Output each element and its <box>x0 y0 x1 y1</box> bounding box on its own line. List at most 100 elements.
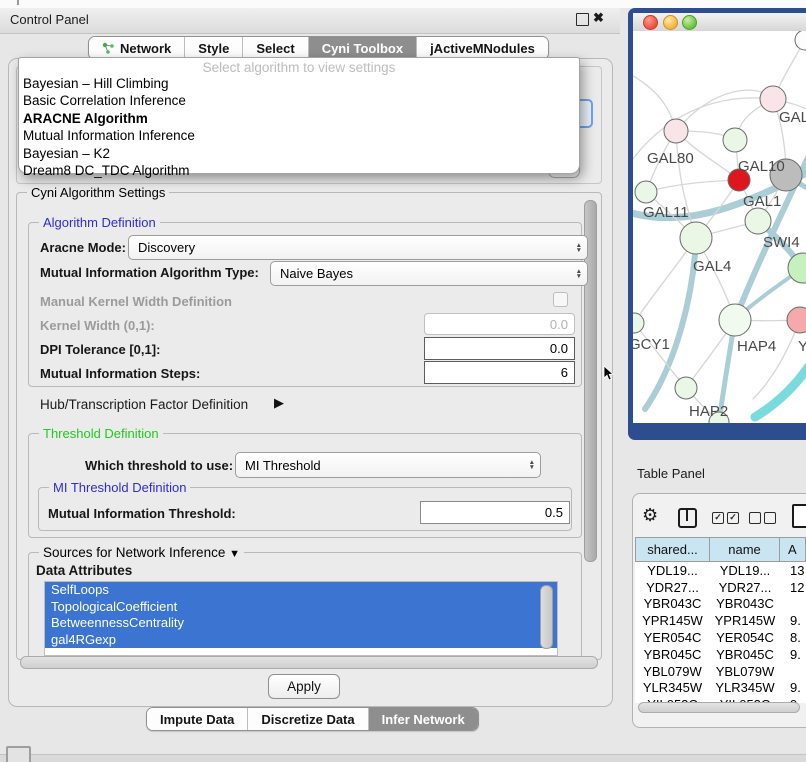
mi-threshold-field[interactable]: 0.5 <box>420 501 570 524</box>
table-cell: 9. <box>780 612 806 629</box>
network-node-Y[interactable] <box>787 307 806 333</box>
data-attribute-item[interactable]: TopologicalCoefficient <box>45 599 557 616</box>
node-label-GAL80: GAL80 <box>647 150 694 167</box>
hub-definition-label: Hub/Transcription Factor Definition <box>40 397 248 412</box>
dpi-tolerance-value: 0.0 <box>550 341 568 356</box>
mi-type-select[interactable]: Naive Bayes ▲▼ <box>270 261 588 286</box>
table-row[interactable]: YBR043CYBR043C <box>635 596 806 613</box>
network-node-SWI4[interactable] <box>745 208 771 234</box>
network-node-GAL10[interactable] <box>723 128 747 152</box>
tab-cyni-toolbox-label: Cyni Toolbox <box>322 41 403 56</box>
network-icon <box>102 42 115 55</box>
data-attributes-list[interactable]: SelfLoopsTopologicalCoefficientBetweenne… <box>44 581 558 656</box>
kernel-width-field[interactable]: 0.0 <box>424 313 575 335</box>
algorithm-dropdown-placeholder: Select algorithm to view settings <box>19 58 579 75</box>
table-cell: YDR27... <box>710 579 780 596</box>
tab-discretize-data[interactable]: Discretize Data <box>247 708 367 730</box>
mouse-cursor <box>603 366 615 382</box>
column-header[interactable]: name <box>710 537 780 562</box>
sources-title: Sources for Network Inference ▼ <box>39 545 244 560</box>
network-canvas[interactable]: GALGAL80GAL10GAL1GAL11SWI4GAL4GCY1HAP4YH… <box>633 31 806 423</box>
document-icon[interactable] <box>792 504 806 528</box>
settings-horizontal-scrollbar[interactable] <box>20 656 598 669</box>
table-body: YDL19...YDL19...13YDR27...YDR27...12YBR0… <box>635 562 806 703</box>
algorithm-dropdown-list: Bayesian – Hill ClimbingBasic Correlatio… <box>19 75 579 179</box>
algorithm-option[interactable]: Bayesian – Hill Climbing <box>19 75 579 92</box>
table-cell: YER054C <box>635 629 710 646</box>
table-cell: YBR043C <box>710 596 780 613</box>
split-columns-icon[interactable] <box>678 508 697 528</box>
table-cell <box>780 596 806 613</box>
zoom-window-icon[interactable] <box>682 15 697 30</box>
tab-network[interactable]: Network <box>89 37 184 59</box>
checked-checkbox-icon[interactable]: ✓ <box>712 512 724 524</box>
tab-impute-data[interactable]: Impute Data <box>147 708 247 730</box>
checked-checkbox-icon[interactable]: ✓ <box>727 512 739 524</box>
algorithm-option[interactable]: Dream8 DC_TDC Algorithm <box>19 162 579 179</box>
table-cell: 12 <box>780 579 806 596</box>
minimize-window-icon[interactable] <box>663 15 678 30</box>
column-header[interactable]: A <box>780 537 806 562</box>
network-node-HAP2[interactable] <box>675 377 697 399</box>
which-threshold-select[interactable]: MI Threshold ▲▼ <box>235 452 541 478</box>
tab-cyni-toolbox[interactable]: Cyni Toolbox <box>308 37 416 59</box>
table-cell: 9. <box>780 680 806 697</box>
algorithm-option[interactable]: ARACNE Algorithm <box>19 110 579 127</box>
unchecked-checkbox-icon[interactable] <box>764 512 776 524</box>
tab-jactivemnodules[interactable]: jActiveMNodules <box>416 37 548 59</box>
table-row[interactable]: YER054CYER054C8. <box>635 629 806 646</box>
network-node-GCY1[interactable] <box>633 313 644 333</box>
network-window-titlebar[interactable] <box>633 13 806 32</box>
mi-threshold-value: 0.5 <box>545 505 563 520</box>
algorithm-option[interactable]: Bayesian – K2 <box>19 145 579 162</box>
network-node-GAL11[interactable] <box>635 181 657 203</box>
node-table: shared...nameA YDL19...YDL19...13YDR27..… <box>635 537 806 703</box>
table-cell: 13 <box>780 562 806 579</box>
expand-right-icon[interactable]: ▶ <box>274 395 284 411</box>
kernel-width-label: Kernel Width (0,1): <box>40 318 155 333</box>
table-cell: YER054C <box>710 629 780 646</box>
aracne-mode-value: Discovery <box>138 240 195 255</box>
table-cell: YBR043C <box>635 596 710 613</box>
network-node-GAL80[interactable] <box>664 119 688 143</box>
tab-infer-network[interactable]: Infer Network <box>368 708 478 730</box>
table-row[interactable]: YLR345WYLR345W9. <box>635 680 806 697</box>
algorithm-definition-title: Algorithm Definition <box>39 215 160 230</box>
data-attribute-item[interactable]: SelfLoops <box>45 582 557 599</box>
table-row[interactable]: YBL079WYBL079W <box>635 663 806 680</box>
mi-steps-value: 6 <box>561 365 568 380</box>
tab-style[interactable]: Style <box>184 37 242 59</box>
gear-icon[interactable]: ⚙ <box>642 505 658 526</box>
dpi-tolerance-field[interactable]: 0.0 <box>424 337 575 360</box>
table-cell: YBL079W <box>635 663 710 680</box>
tab-select[interactable]: Select <box>242 37 307 59</box>
bottom-left-widget[interactable] <box>6 746 31 762</box>
attributes-scrollbar[interactable] <box>540 585 553 649</box>
aracne-mode-label: Aracne Mode: <box>40 240 126 255</box>
table-row[interactable]: YBR045CYBR045C9. <box>635 646 806 663</box>
network-node-HAP4[interactable] <box>719 304 751 336</box>
stepper-icon: ▲▼ <box>576 269 582 279</box>
float-panel-icon[interactable] <box>576 13 589 26</box>
network-node-GAL4[interactable] <box>680 222 712 254</box>
apply-button[interactable]: Apply <box>268 674 340 699</box>
close-icon[interactable]: ✖ <box>593 10 604 26</box>
table-row[interactable]: YDR27...YDR27...12 <box>635 579 806 596</box>
screen: Control Panel ✖ Network Style Select Cyn… <box>0 0 806 762</box>
data-attribute-item[interactable]: gal4RGexp <box>45 632 557 649</box>
algorithm-option[interactable]: Mutual Information Inference <box>19 127 579 144</box>
cyni-algorithm-settings-title: Cyni Algorithm Settings <box>27 185 169 200</box>
aracne-mode-select[interactable]: Discovery ▲▼ <box>128 235 588 260</box>
data-attribute-item[interactable]: BetweennessCentrality <box>45 615 557 632</box>
algorithm-option[interactable]: Basic Correlation Inference <box>19 92 579 109</box>
column-header[interactable]: shared... <box>635 537 710 562</box>
table-horizontal-scrollbar[interactable] <box>638 702 800 713</box>
unchecked-checkbox-icon[interactable] <box>749 512 761 524</box>
collapse-down-icon[interactable]: ▼ <box>229 548 240 560</box>
mi-steps-field[interactable]: 6 <box>424 361 575 384</box>
table-row[interactable]: YPR145WYPR145W9. <box>635 612 806 629</box>
close-window-icon[interactable] <box>643 15 658 30</box>
table-row[interactable]: YDL19...YDL19...13 <box>635 562 806 579</box>
manual-kernel-checkbox[interactable] <box>553 292 568 307</box>
network-node[interactable] <box>795 31 806 50</box>
